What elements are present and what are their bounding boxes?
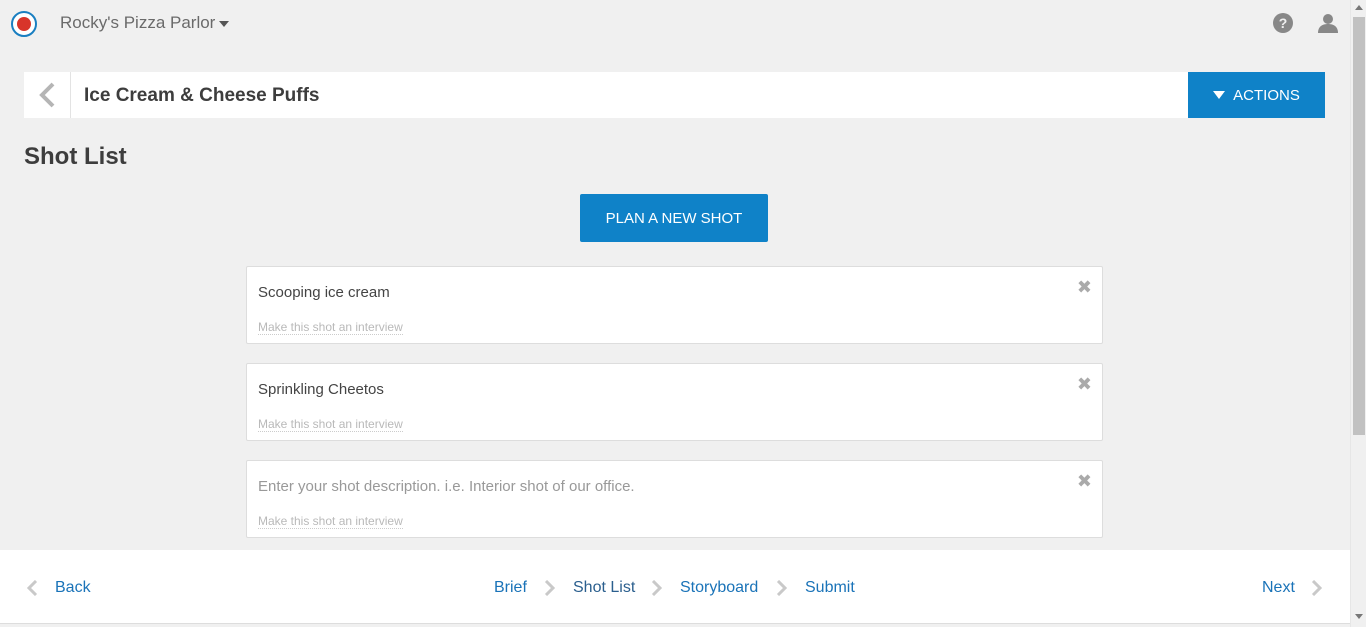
org-switcher[interactable]: Rocky's Pizza Parlor [60, 13, 230, 33]
caret-down-icon [1213, 91, 1226, 99]
make-interview-link[interactable]: Make this shot an interview [258, 320, 403, 335]
plan-new-shot-label: PLAN A NEW SHOT [605, 209, 743, 227]
wizard-footer: Back Brief Shot List Storyboard Submit N… [0, 550, 1350, 624]
logo-icon[interactable] [11, 11, 37, 37]
back-link[interactable]: Back [55, 579, 91, 597]
top-bar: Rocky's Pizza Parlor ? [0, 0, 1350, 48]
close-icon[interactable]: ✖ [1077, 374, 1092, 394]
user-icon[interactable] [1317, 12, 1339, 34]
org-name: Rocky's Pizza Parlor [60, 13, 216, 32]
close-icon[interactable]: ✖ [1077, 471, 1092, 491]
chevron-left-icon [26, 580, 38, 596]
plan-new-shot-button[interactable]: PLAN A NEW SHOT [580, 194, 768, 242]
next-link[interactable]: Next [1262, 579, 1295, 597]
project-header: Ice Cream & Cheese Puffs [24, 72, 1188, 118]
caret-down-icon [219, 21, 230, 27]
shot-description-input[interactable] [258, 475, 1038, 497]
header-back-button[interactable] [24, 72, 71, 118]
chevron-right-icon [544, 580, 556, 596]
scroll-down-icon[interactable] [1355, 614, 1363, 619]
shot-card: Make this shot an interview ✖ [246, 460, 1103, 538]
chevron-right-icon [651, 580, 663, 596]
page-title: Shot List [24, 143, 127, 170]
make-interview-link[interactable]: Make this shot an interview [258, 417, 403, 432]
make-interview-link[interactable]: Make this shot an interview [258, 514, 403, 529]
vertical-scrollbar[interactable] [1350, 0, 1366, 627]
shot-description-input[interactable] [258, 281, 1038, 303]
actions-label: ACTIONS [1233, 86, 1300, 104]
scroll-up-icon[interactable] [1355, 5, 1363, 10]
chevron-left-icon [39, 82, 55, 108]
step-shot-list[interactable]: Shot List [573, 579, 635, 597]
shot-card: Make this shot an interview ✖ [246, 363, 1103, 441]
close-icon[interactable]: ✖ [1077, 277, 1092, 297]
scroll-thumb[interactable] [1353, 17, 1365, 435]
project-title: Ice Cream & Cheese Puffs [84, 85, 320, 106]
shot-card: Make this shot an interview ✖ [246, 266, 1103, 344]
step-brief[interactable]: Brief [494, 579, 527, 597]
actions-button[interactable]: ACTIONS [1188, 72, 1325, 118]
chevron-right-icon [776, 580, 788, 596]
step-submit[interactable]: Submit [805, 579, 855, 597]
chevron-right-icon [1311, 580, 1323, 596]
shot-description-input[interactable] [258, 378, 1038, 400]
help-icon[interactable]: ? [1273, 13, 1293, 33]
step-storyboard[interactable]: Storyboard [680, 579, 758, 597]
